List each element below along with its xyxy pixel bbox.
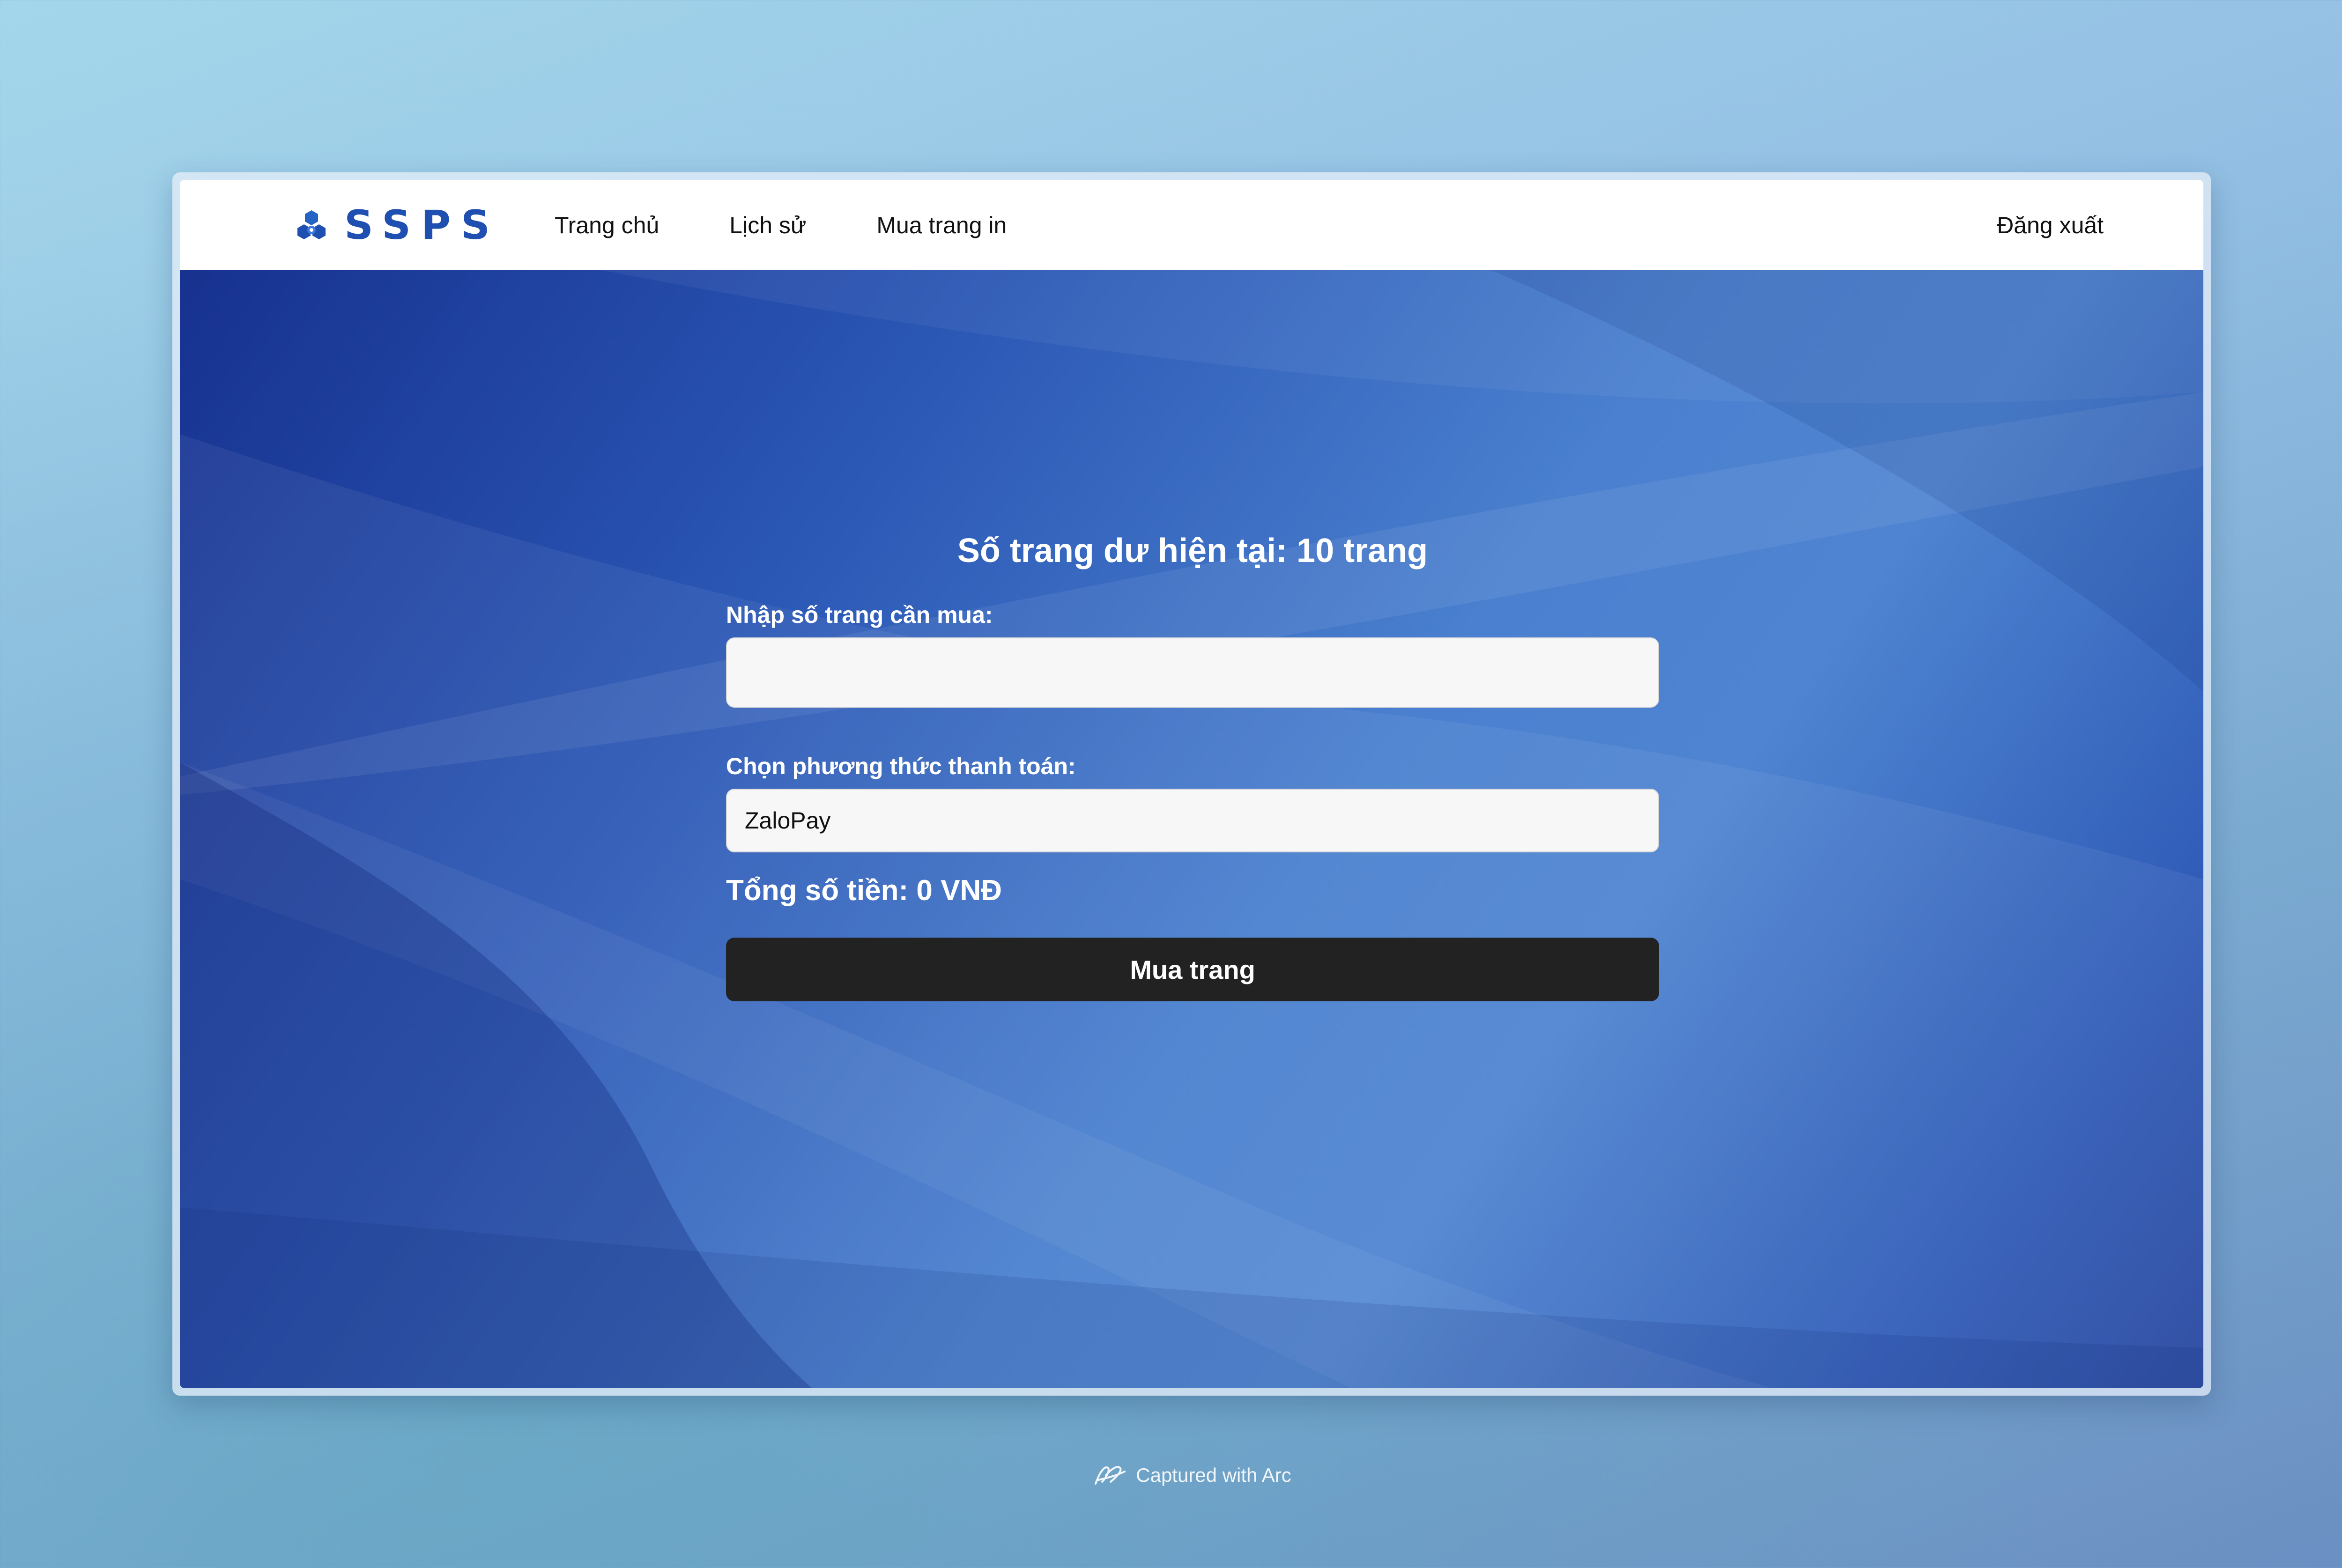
logo[interactable]: SSPS [295, 205, 500, 245]
logo-text: SSPS [344, 201, 500, 249]
total-amount: Tổng số tiền: 0 VNĐ [726, 874, 1002, 907]
nav-buy-pages[interactable]: Mua trang in [876, 212, 1007, 239]
capture-text: Captured with Arc [1136, 1464, 1291, 1486]
top-navbar: SSPS Trang chủ Lịch sử Mua trang in Đăng… [180, 180, 2203, 270]
payment-method-label: Chọn phương thức thanh toán: [726, 753, 1076, 780]
purchase-form: Số trang dư hiện tại: 10 trang Nhập số t… [726, 532, 1659, 1002]
buy-pages-button[interactable]: Mua trang [726, 938, 1659, 1002]
pages-field-group: Nhập số trang cần mua: [726, 602, 1659, 708]
arc-icon [1095, 1466, 1126, 1485]
payment-field-group: Chọn phương thức thanh toán: ZaloPay [726, 753, 1659, 853]
main-nav: Trang chủ Lịch sử Mua trang in [555, 212, 1007, 239]
payment-method-select[interactable]: ZaloPay [726, 789, 1659, 853]
hero-background: Số trang dư hiện tại: 10 trang Nhập số t… [180, 270, 2203, 1388]
browser-window: SSPS Trang chủ Lịch sử Mua trang in Đăng… [172, 172, 2211, 1396]
logout-link[interactable]: Đăng xuất [1997, 212, 2104, 239]
nav-history[interactable]: Lịch sử [729, 212, 806, 239]
hcmut-logo-icon [297, 210, 326, 239]
payment-method-value: ZaloPay [745, 807, 831, 834]
web-page: SSPS Trang chủ Lịch sử Mua trang in Đăng… [180, 180, 2203, 1388]
nav-home[interactable]: Trang chủ [555, 212, 659, 239]
pages-input-label: Nhập số trang cần mua: [726, 602, 993, 629]
pages-quantity-input[interactable] [726, 637, 1659, 708]
remaining-pages-title: Số trang dư hiện tại: 10 trang [957, 532, 1428, 570]
capture-watermark: Captured with Arc [0, 1461, 2342, 1489]
